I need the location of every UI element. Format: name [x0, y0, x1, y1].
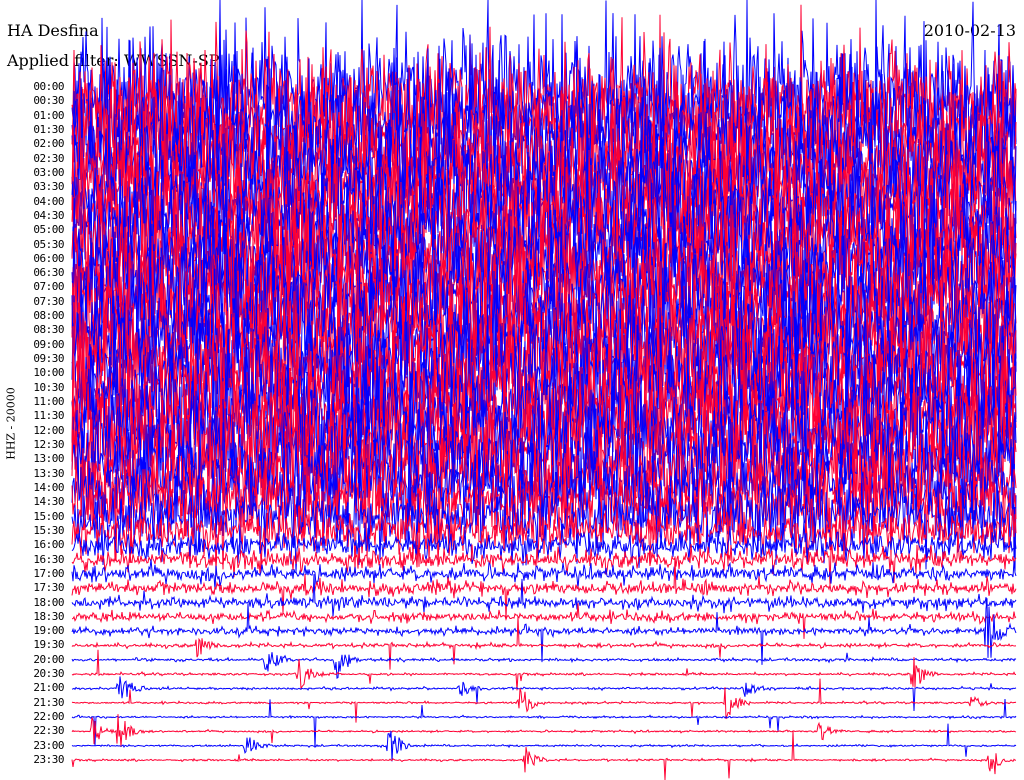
trace-2200	[71, 698, 1017, 748]
trace-2100	[71, 676, 1017, 712]
trace-2030	[71, 649, 1017, 691]
trace-1900	[71, 598, 1017, 665]
trace-1730	[71, 556, 1017, 620]
trace-2130	[71, 678, 1017, 723]
trace-2330	[71, 730, 1017, 780]
trace-2300	[71, 723, 1017, 762]
helicorder-plot	[71, 0, 1017, 780]
trace-1930	[71, 616, 1017, 670]
trace-1830	[71, 603, 1017, 639]
